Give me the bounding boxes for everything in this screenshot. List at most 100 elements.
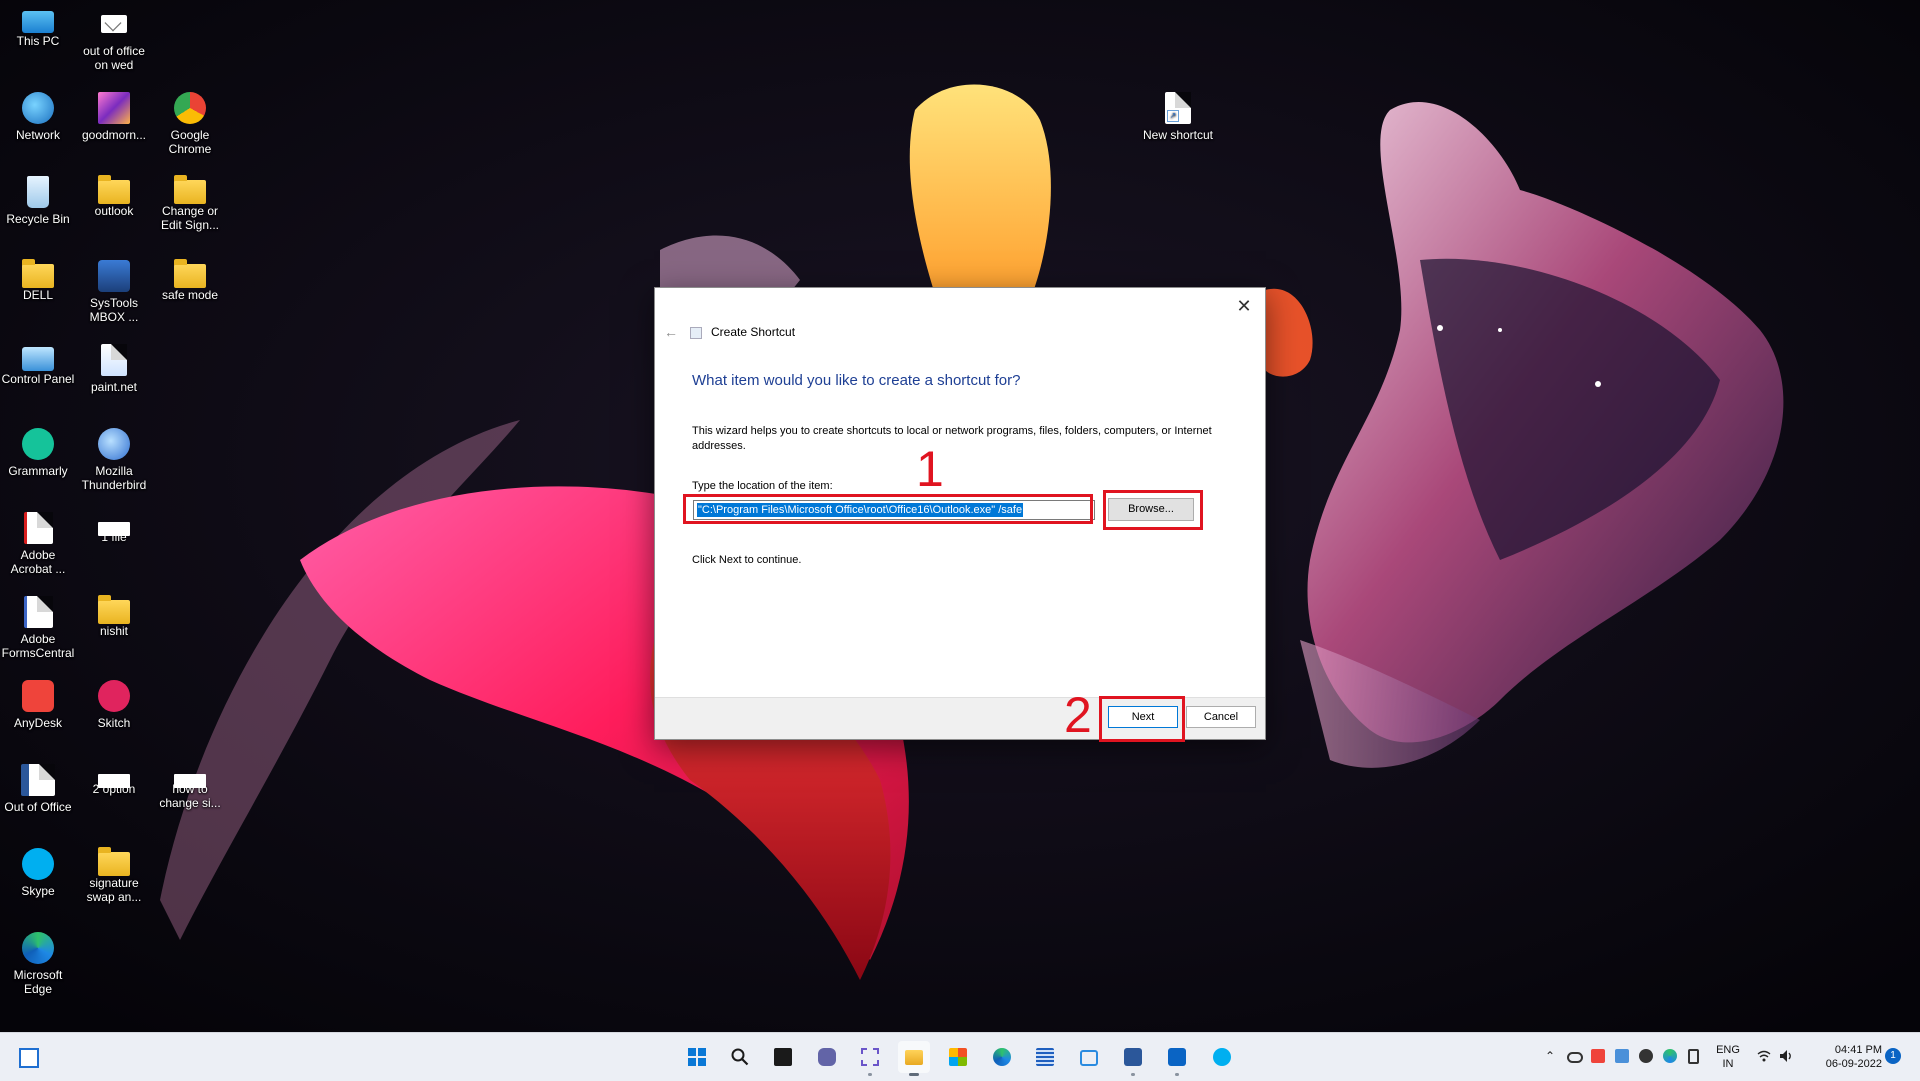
desktop-icon-label: DELL	[22, 288, 54, 302]
cancel-button[interactable]: Cancel	[1186, 706, 1256, 728]
desktop-icon-label: Google Chrome	[168, 128, 212, 156]
thunderbird-icon	[98, 428, 130, 460]
network-tray-icon[interactable]	[1615, 1049, 1629, 1063]
desktop-icon-grammarly[interactable]: Grammarly	[0, 424, 76, 478]
network-icon	[22, 92, 54, 124]
grammarly-icon	[22, 428, 54, 460]
control-panel-icon	[22, 347, 54, 371]
annotation-step-2: 2	[1064, 687, 1092, 743]
edge-tray-icon[interactable]	[1663, 1049, 1677, 1063]
snipping-tool-icon	[861, 1048, 879, 1066]
desktop-icon-label: goodmorn...	[81, 128, 147, 142]
anydesk-tray-icon[interactable]	[1591, 1049, 1605, 1063]
language-region: IN	[1722, 1058, 1734, 1070]
desktop-icon-systools-mbox[interactable]: SysTools MBOX ...	[76, 256, 152, 324]
desktop-icon-safe-mode[interactable]: safe mode	[152, 256, 228, 302]
desktop-icon-google-chrome[interactable]: Google Chrome	[152, 88, 228, 156]
desktop-icon-this-pc[interactable]: This PC	[0, 4, 76, 48]
desktop-icon-microsoft-edge[interactable]: Microsoft Edge	[0, 928, 76, 996]
location-label: Type the location of the item:	[692, 480, 833, 492]
task-view-button[interactable]	[767, 1041, 799, 1073]
remote-desktop-icon	[1080, 1050, 1098, 1066]
desktop-icon-label: Change or Edit Sign...	[160, 204, 220, 232]
paint-net-icon	[101, 344, 127, 376]
desktop-icon-paint-net[interactable]: paint.net	[76, 340, 152, 394]
shortcut-wizard-icon	[690, 327, 702, 339]
continue-instruction: Click Next to continue.	[692, 554, 802, 566]
clock[interactable]: 04:41 PM 06-09-2022	[1806, 1043, 1882, 1071]
desktop-icon-label: This PC	[16, 34, 60, 48]
onedrive-icon[interactable]	[1567, 1052, 1583, 1063]
desktop-icon-network[interactable]: Network	[0, 88, 76, 142]
desktop-icon-outlook-folder[interactable]: outlook	[76, 172, 152, 218]
desktop-icon-label: Adobe Acrobat ...	[10, 548, 66, 576]
desktop-icon-change-or-edit-sign[interactable]: Change or Edit Sign...	[152, 172, 228, 232]
folder-icon	[174, 259, 206, 288]
close-icon[interactable]: ✕	[1229, 292, 1259, 320]
app-tray-icon[interactable]	[1639, 1049, 1653, 1063]
notification-badge[interactable]: 1	[1885, 1048, 1901, 1064]
desktop-icon-label: AnyDesk	[13, 716, 63, 730]
skype-button[interactable]	[1206, 1041, 1238, 1073]
desktop-icon-goodmorning[interactable]: goodmorn...	[76, 88, 152, 142]
back-arrow-icon[interactable]: ←	[661, 322, 681, 342]
skitch-icon	[98, 680, 130, 712]
outlook-button[interactable]	[1161, 1041, 1193, 1076]
desktop-icon-skitch[interactable]: Skitch	[76, 676, 152, 730]
annotation-box-location-input	[683, 494, 1093, 524]
desktop-icon-2-option[interactable]: 2 option	[76, 760, 152, 796]
desktop-icon-label: nishit	[99, 624, 128, 638]
teams-chat-button[interactable]	[811, 1041, 843, 1073]
desktop-icon-label: Adobe FormsCentral	[1, 632, 75, 660]
battery-icon[interactable]	[1688, 1049, 1699, 1064]
search-button[interactable]	[724, 1041, 756, 1073]
desktop-icon-control-panel[interactable]: Control Panel	[0, 340, 76, 386]
desktop-icon-recycle-bin[interactable]: Recycle Bin	[0, 172, 76, 226]
outlook-icon	[1168, 1048, 1186, 1066]
notepad-button[interactable]	[1029, 1041, 1061, 1073]
annotation-box-browse-button	[1103, 490, 1203, 530]
desktop-icon-nishit[interactable]: nishit	[76, 592, 152, 638]
shortcut-arrow-icon: ↗	[1167, 110, 1179, 122]
file-explorer-icon	[905, 1050, 923, 1065]
desktop-icon-new-shortcut[interactable]: ↗ New shortcut	[1140, 88, 1216, 142]
desktop-icon-dell[interactable]: DELL	[0, 256, 76, 302]
file-explorer-button[interactable]	[898, 1041, 930, 1076]
word-button[interactable]	[1117, 1041, 1149, 1076]
desktop-icon-skype[interactable]: Skype	[0, 844, 76, 898]
desktop-icon-1-file[interactable]: 1 file	[76, 508, 152, 544]
desktop-icon-label: Mozilla Thunderbird	[81, 464, 147, 492]
desktop-icon-out-of-office[interactable]: Out of Office	[0, 760, 76, 814]
word-document-icon	[21, 764, 55, 796]
dialog-title: Create Shortcut	[711, 325, 796, 339]
volume-icon[interactable]	[1779, 1049, 1793, 1063]
annotation-step-1: 1	[916, 441, 944, 497]
wifi-icon[interactable]	[1757, 1049, 1771, 1063]
desktop-icon-label: Skype	[21, 884, 55, 898]
remote-desktop-button[interactable]	[1073, 1041, 1105, 1073]
desktop-icon-label: New shortcut	[1142, 128, 1214, 142]
word-icon	[1124, 1048, 1142, 1066]
start-button[interactable]	[681, 1041, 713, 1073]
wizard-description: This wizard helps you to create shortcut…	[692, 425, 1212, 452]
desktop-icon-signature-swap[interactable]: signature swap an...	[76, 844, 152, 904]
chevron-up-icon[interactable]: ⌃	[1543, 1049, 1557, 1063]
desktop-icon-mozilla-thunderbird[interactable]: Mozilla Thunderbird	[76, 424, 152, 492]
folder-icon	[22, 259, 54, 288]
edge-button[interactable]	[986, 1041, 1018, 1073]
desktop-icon-label: safe mode	[161, 288, 219, 302]
language-code: ENG	[1716, 1044, 1740, 1056]
systools-icon	[98, 260, 130, 292]
desktop-icon-how-to-change-si[interactable]: how to change si...	[152, 760, 228, 810]
desktop-icon-adobe-acrobat[interactable]: Adobe Acrobat ...	[0, 508, 76, 576]
task-view-icon	[774, 1048, 792, 1066]
desktop-icon-out-of-office-on-wed[interactable]: out of office on wed	[76, 4, 152, 72]
computer-icon	[22, 11, 54, 33]
widgets-button[interactable]	[12, 1041, 44, 1073]
language-indicator[interactable]: ENG IN	[1713, 1043, 1743, 1071]
desktop-icon-adobe-formscentral[interactable]: Adobe FormsCentral	[0, 592, 76, 660]
microsoft-store-button[interactable]	[942, 1041, 974, 1073]
desktop-icon-label: Out of Office	[4, 800, 72, 814]
desktop-icon-anydesk[interactable]: AnyDesk	[0, 676, 76, 730]
snipping-tool-button[interactable]	[854, 1041, 886, 1076]
